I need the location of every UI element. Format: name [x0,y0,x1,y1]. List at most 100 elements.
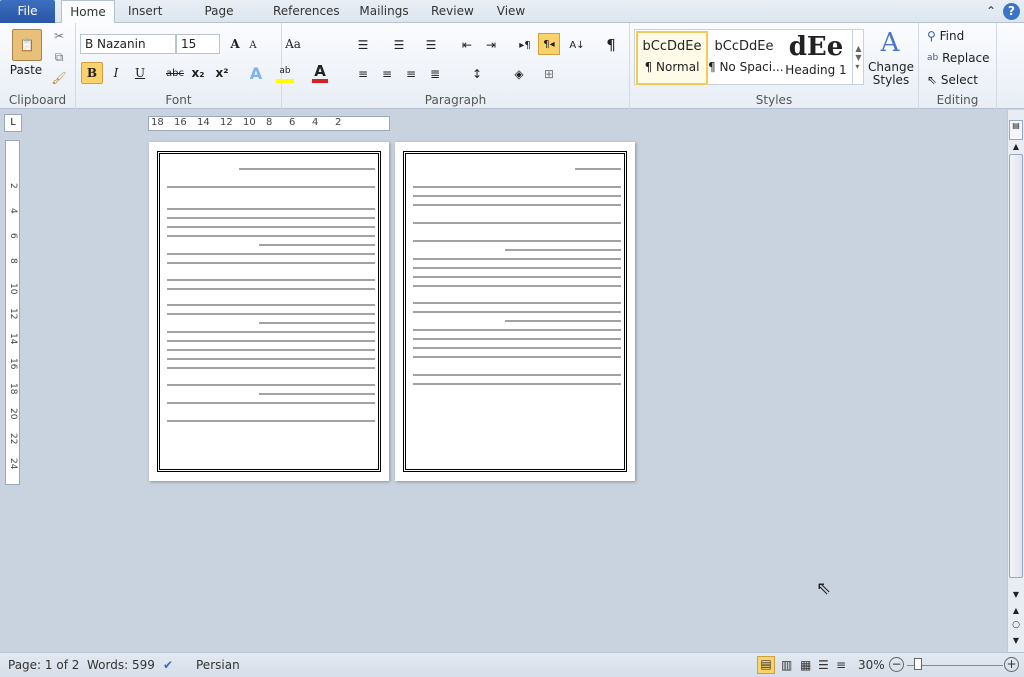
scroll-up-icon[interactable]: ▲ [1009,142,1023,152]
numbering-icon[interactable]: ☰ [390,36,408,54]
tab-insert[interactable]: Insert [128,0,162,23]
zoom-out-icon[interactable]: − [889,657,904,672]
find-button[interactable]: ⚲ Find [927,27,987,45]
replace-button[interactable]: ab Replace [927,49,997,67]
language[interactable]: Persian [196,658,240,672]
editing-group: ⚲ Find ab Replace ⇖ Select Editing [919,23,997,109]
text-line [167,367,375,369]
strikethrough-button[interactable]: abc [164,64,186,82]
paragraph-group: ☰ ☰ ☰ ⇤ ⇥ ▸¶ ¶◂ A↓ ¶ ≡ ≡ ≡ ≣ ↕ ◈ ⊞ Parag… [282,23,630,109]
decrease-indent-icon[interactable]: ⇤ [458,36,476,54]
center-icon[interactable]: ≡ [378,65,396,83]
rtl-icon[interactable]: ¶◂ [538,33,560,55]
ruler-tick-label: 16 [8,358,18,370]
text-line [167,208,375,210]
print-layout-icon[interactable]: ▤ [757,656,775,674]
page-2[interactable] [395,142,635,481]
grow-font-icon[interactable]: A [226,35,244,53]
next-page-icon[interactable]: ▼ [1009,636,1023,648]
shrink-font-icon[interactable]: A [246,37,260,53]
cut-icon[interactable]: ✂ [52,29,66,43]
minimize-ribbon-icon[interactable]: ⌃ [984,0,998,23]
text-line [413,240,621,242]
increase-indent-icon[interactable]: ⇥ [482,36,500,54]
ruler-toggle-icon[interactable]: ▤ [1009,120,1023,140]
paste-button[interactable]: Paste [6,63,46,77]
proofing-icon[interactable]: ✔ [163,658,173,672]
previous-page-icon[interactable]: ▲ [1009,606,1023,618]
scroll-down-icon[interactable]: ▼ [1009,590,1023,600]
draft-icon[interactable]: ≡ [836,658,846,672]
style-normal[interactable]: bCcDdEe ¶ Normal [636,31,708,85]
tab-mailings[interactable]: Mailings [359,0,409,23]
style-name: ¶ No Spaci... [708,60,784,74]
tab-selector[interactable]: L [4,114,22,132]
ruler-tick-label: 2 [335,117,342,128]
ruler-tick-label: 24 [8,458,18,470]
zoom-level[interactable]: 30% [858,658,885,672]
word-count[interactable]: Words: 599 [87,658,155,672]
text-line [239,168,375,170]
text-line [167,217,375,219]
select-button[interactable]: ⇖ Select [927,71,997,89]
change-styles-icon[interactable]: A [872,28,908,58]
full-screen-reading-icon[interactable]: ▥ [781,658,792,672]
text-line [575,168,621,170]
align-left-icon[interactable]: ≡ [354,65,372,83]
page-1[interactable] [149,142,389,481]
browse-object-icon[interactable]: ○ [1009,620,1023,632]
sort-icon[interactable]: A↓ [568,36,586,54]
font-name-select[interactable]: B Nazanin [80,34,176,54]
styles-scroll[interactable]: ▲ ▼ ▾ [852,29,864,85]
style-heading-1[interactable]: dEe Heading 1 [780,31,852,85]
text-line [259,322,375,324]
help-icon[interactable]: ? [1003,3,1020,20]
justify-icon[interactable]: ≣ [426,65,444,83]
tab-review[interactable]: Review [431,0,474,23]
paste-icon[interactable]: 📋 [12,29,42,61]
line-spacing-icon[interactable]: ↕ [468,65,486,83]
page-count[interactable]: Page: 1 of 2 [8,658,79,672]
subscript-button[interactable]: x₂ [189,64,207,82]
bullets-icon[interactable]: ☰ [354,36,372,54]
binoculars-icon: ⚲ [927,29,936,43]
superscript-button[interactable]: x² [213,64,231,82]
ruler-tick-label: 22 [8,433,18,445]
text-line [167,235,375,237]
borders-icon[interactable]: ⊞ [540,65,558,83]
show-marks-icon[interactable]: ¶ [602,36,620,54]
format-painter-icon[interactable]: 🖌 [51,71,66,85]
zoom-in-icon[interactable]: + [1004,657,1019,672]
font-group: B Nazanin 15 A A Aa B I U abc x₂ x² A ab… [76,23,328,109]
text-line [167,349,375,351]
change-styles-button[interactable]: Change Styles [866,59,916,89]
underline-button[interactable]: U [132,64,148,82]
tab-file[interactable]: File [0,0,55,23]
italic-button[interactable]: I [108,64,124,82]
vertical-scrollbar[interactable]: ▤ ▲ ▼ ▲ ○ ▼ [1007,110,1024,652]
ruler-tick-label: 8 [8,258,18,264]
text-line [413,186,621,188]
align-right-icon[interactable]: ≡ [402,65,420,83]
ltr-icon[interactable]: ▸¶ [516,36,534,54]
shading-icon[interactable]: ◈ [510,65,528,83]
text-line [259,244,375,246]
text-effects-icon[interactable]: A [248,63,264,83]
tab-home[interactable]: Home [61,0,115,24]
multilevel-list-icon[interactable]: ☰ [422,36,440,54]
outline-icon[interactable]: ☰ [818,658,829,672]
copy-icon[interactable]: ⧉ [52,50,66,64]
bold-button[interactable]: B [81,62,103,84]
style-no-spacing[interactable]: bCcDdEe ¶ No Spaci... [708,31,784,85]
tab-references[interactable]: References [273,0,340,23]
tab-page-layout[interactable]: Page Layout [184,0,254,41]
vertical-ruler[interactable]: 2 4 6 8 10 12 14 16 18 20 22 24 [5,140,20,485]
horizontal-ruler[interactable]: 18 16 14 12 10 8 6 4 2 [148,116,390,131]
web-layout-icon[interactable]: ▦ [800,658,811,672]
scroll-thumb[interactable] [1009,154,1023,578]
font-size-select[interactable]: 15 [176,34,220,54]
tab-view[interactable]: View [496,0,526,23]
font-label: Font [165,93,192,107]
cursor-icon: ⇖ [927,73,938,87]
zoom-slider-thumb[interactable] [914,658,922,670]
